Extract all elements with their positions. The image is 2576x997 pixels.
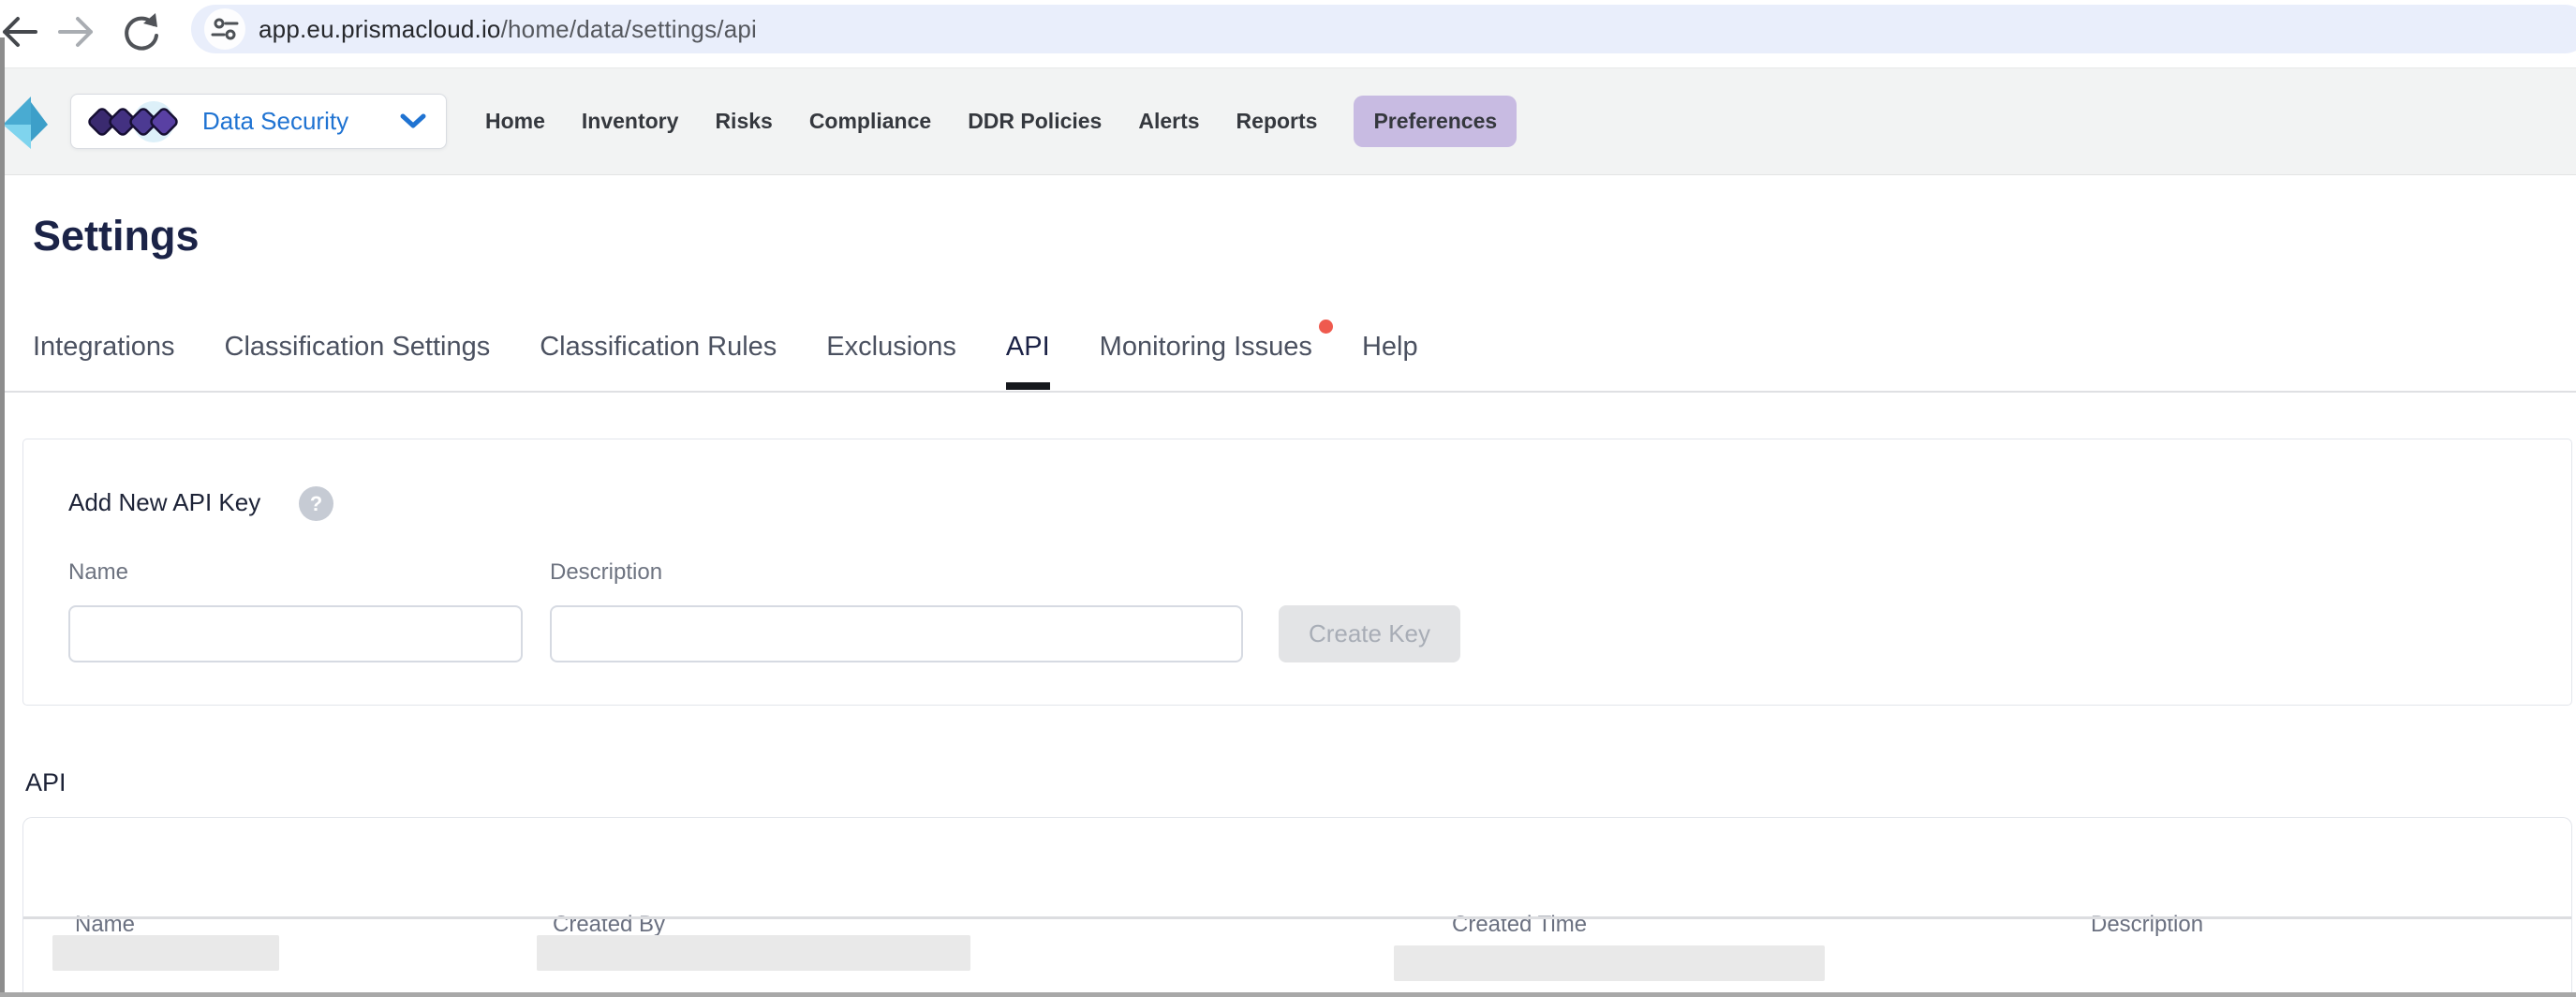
add-api-key-title: Add New API Key [68, 488, 260, 517]
api-table-card: Name Created By Created Time Description [22, 817, 2572, 997]
data-security-diamonds-icon [86, 99, 191, 144]
add-api-key-card: Add New API Key ? Name Description Creat… [22, 439, 2572, 706]
help-icon[interactable]: ? [299, 486, 333, 521]
tab-help[interactable]: Help [1362, 326, 1418, 390]
prisma-cloud-logo [1, 93, 52, 153]
loading-placeholder [52, 935, 279, 971]
window-bottom-edge [0, 992, 2576, 997]
chevron-down-icon [399, 112, 427, 131]
browser-window: app.eu.prismacloud.io/home/data/settings… [0, 0, 2576, 997]
nav-item-compliance[interactable]: Compliance [809, 109, 931, 134]
nav-links: Home Inventory Risks Compliance DDR Poli… [485, 68, 1517, 174]
tab-exclusions[interactable]: Exclusions [826, 326, 956, 390]
tab-classification-rules[interactable]: Classification Rules [540, 326, 777, 390]
loading-placeholder [537, 935, 970, 971]
loading-placeholder [1394, 945, 1825, 981]
site-settings-button[interactable] [204, 8, 245, 50]
tabs-divider [5, 391, 2576, 393]
tab-integrations[interactable]: Integrations [33, 326, 175, 390]
back-icon[interactable] [0, 7, 41, 56]
url-text[interactable]: app.eu.prismacloud.io/home/data/settings… [259, 15, 757, 44]
nav-item-ddr-policies[interactable]: DDR Policies [968, 109, 1102, 134]
url-path: /home/data/settings/api [501, 15, 757, 43]
alert-dot-badge [1319, 320, 1333, 334]
nav-item-inventory[interactable]: Inventory [582, 109, 679, 134]
app-navbar: Data Security Home Inventory Risks Compl… [0, 67, 2576, 175]
product-selector[interactable]: Data Security [70, 94, 447, 149]
forward-icon[interactable] [54, 7, 103, 56]
name-field-label: Name [68, 559, 128, 586]
name-input[interactable] [68, 605, 523, 662]
tab-monitoring-issues[interactable]: Monitoring Issues [1100, 326, 1312, 390]
product-selector-label: Data Security [202, 107, 348, 136]
tab-api[interactable]: API [1006, 326, 1050, 390]
settings-tabs: Integrations Classification Settings Cla… [33, 326, 1418, 390]
api-table-title: API [25, 768, 67, 797]
create-key-button[interactable]: Create Key [1279, 605, 1460, 662]
url-bar[interactable]: app.eu.prismacloud.io/home/data/settings… [191, 5, 2576, 53]
description-input[interactable] [550, 605, 1243, 662]
window-left-edge [0, 37, 5, 997]
browser-toolbar: app.eu.prismacloud.io/home/data/settings… [0, 0, 2576, 67]
nav-item-reports[interactable]: Reports [1236, 109, 1318, 134]
nav-item-risks[interactable]: Risks [715, 109, 772, 134]
table-header-divider [23, 916, 2571, 919]
tab-classification-settings[interactable]: Classification Settings [225, 326, 491, 390]
tune-icon [210, 15, 240, 43]
nav-item-preferences[interactable]: Preferences [1354, 96, 1517, 147]
url-domain: app.eu.prismacloud.io [259, 15, 501, 43]
page-title: Settings [33, 212, 200, 260]
tab-monitoring-issues-label: Monitoring Issues [1100, 332, 1312, 362]
nav-item-alerts[interactable]: Alerts [1138, 109, 1199, 134]
nav-item-home[interactable]: Home [485, 109, 545, 134]
description-field-label: Description [550, 559, 662, 586]
reload-icon[interactable] [118, 9, 163, 54]
